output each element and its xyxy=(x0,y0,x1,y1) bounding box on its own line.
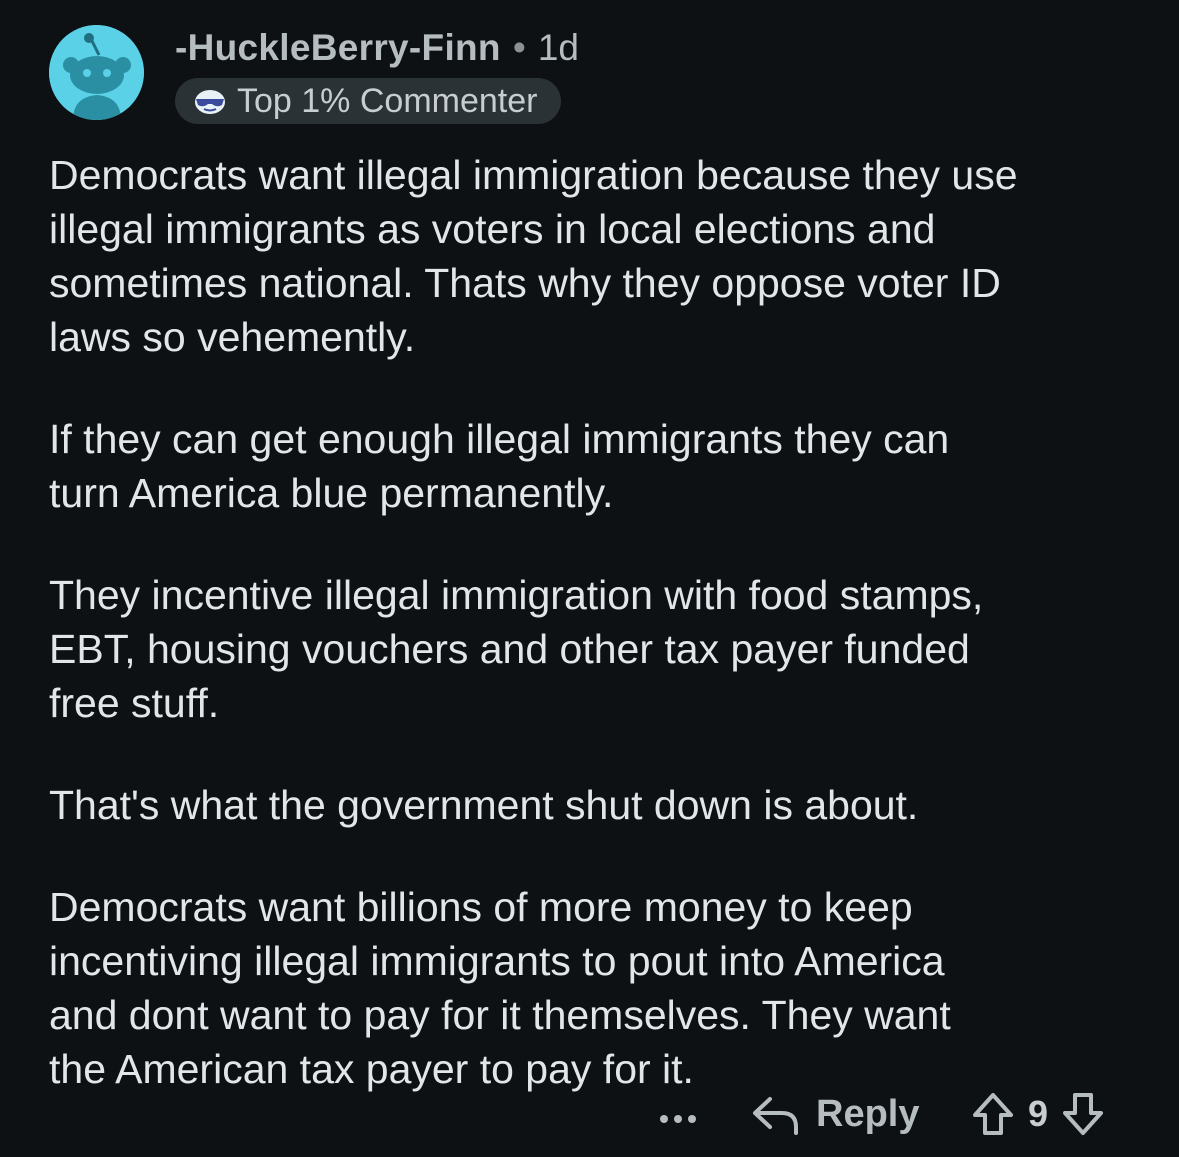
vote-controls: 9 xyxy=(970,1086,1106,1142)
reply-button[interactable]: Reply xyxy=(750,1086,919,1142)
commenter-badge[interactable]: Top 1% Commenter xyxy=(175,78,562,124)
comment-paragraph: That's what the government shut down is … xyxy=(49,782,919,828)
comment-paragraph: If they can get enough illegal immigrant… xyxy=(49,416,950,516)
vote-score: 9 xyxy=(1028,1093,1049,1134)
comment-meta: -HuckleBerry-Finn • 1d xyxy=(175,26,579,70)
reply-arrow-icon xyxy=(753,1097,798,1135)
sunglasses-emoji-icon xyxy=(195,90,225,114)
comment-paragraph: They incentive illegal immigration with … xyxy=(49,572,984,726)
author-name[interactable]: -HuckleBerry-Finn xyxy=(175,27,501,68)
comment-age: 1d xyxy=(537,27,579,68)
reply-label: Reply xyxy=(816,1092,920,1135)
comment-paragraph: Democrats want billions of more money to… xyxy=(49,884,951,1092)
badge-label: Top 1% Commenter xyxy=(237,81,538,120)
downvote-arrow-icon[interactable] xyxy=(1060,1091,1106,1137)
snoo-avatar-icon xyxy=(49,25,144,120)
comment-paragraph: Democrats want illegal immigration becau… xyxy=(49,152,1018,360)
user-avatar[interactable] xyxy=(49,25,144,120)
upvote-arrow-icon[interactable] xyxy=(970,1091,1016,1137)
meta-separator: • xyxy=(512,27,526,68)
comment-actions: Reply 9 xyxy=(0,1080,1179,1150)
comment-body: Democrats want illegal immigration becau… xyxy=(49,148,1159,1096)
more-options-icon[interactable] xyxy=(655,1090,701,1136)
comment: -HuckleBerry-Finn • 1d Top 1% Commenter De… xyxy=(0,0,1179,1157)
